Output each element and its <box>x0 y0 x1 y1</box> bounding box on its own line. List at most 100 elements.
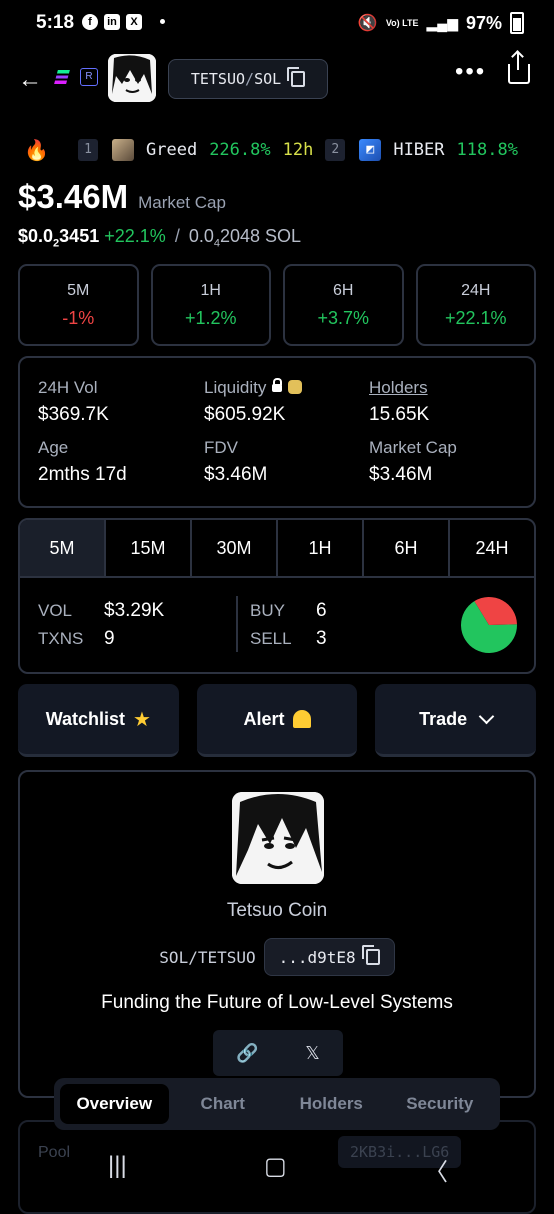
more-options-icon[interactable]: ••• <box>455 58 486 86</box>
action-buttons: Watchlist ★ Alert Trade <box>18 684 537 757</box>
system-nav-bar: ||| ▢ 〈 <box>0 1140 554 1200</box>
tab-1h[interactable]: 1H <box>276 520 362 576</box>
price-usd: $0.023451 <box>18 226 100 250</box>
txn-label: TXNS <box>38 629 84 648</box>
address-row: SOL/TETSUO ...d9tE8 <box>20 938 534 976</box>
price-usd-prefix: $0.0 <box>18 226 54 246</box>
facebook-icon: f <box>82 14 98 30</box>
raydium-icon: R <box>80 68 98 86</box>
clock: 5:18 <box>36 12 75 33</box>
social-links: 🔗 𝕏 <box>213 1030 343 1076</box>
stat-label: Age <box>38 438 69 457</box>
change-period: 5M <box>67 282 90 299</box>
holders-link[interactable]: Holders <box>369 378 429 398</box>
mute-icon: 🔇 <box>357 15 378 32</box>
recent-apps-icon[interactable]: ||| <box>108 1152 127 1180</box>
change-card-1h[interactable]: 1H +1.2% <box>150 264 271 346</box>
change-period: 1H <box>200 282 221 299</box>
copy-address-button[interactable]: ...d9tE8 <box>263 938 395 976</box>
price-separator: / <box>174 226 180 246</box>
stat-label: Liquidity <box>204 378 267 397</box>
tab-overview[interactable]: Overview <box>60 1084 169 1124</box>
star-icon: ★ <box>133 708 151 731</box>
copy-icon <box>361 945 380 965</box>
stat-age: Age 2mths 17d <box>38 438 127 486</box>
system-icons: 🔇 Vo) LTE ▂▄▆ 97% <box>358 12 524 34</box>
battery-icon <box>510 12 524 34</box>
change-value: +3.7% <box>317 308 370 328</box>
status-bar: 5:18 f in X 🔇 Vo) LTE ▂▄▆ 97% <box>0 0 554 46</box>
stat-fdv: FDV $3.46M <box>204 438 267 486</box>
token-info-card: Tetsuo Coin SOL/TETSUO ...d9tE8 Funding … <box>18 770 536 1098</box>
tab-chart[interactable]: Chart <box>169 1084 278 1124</box>
stat-value: 15.65K <box>369 404 430 425</box>
home-icon[interactable]: ▢ <box>264 1152 287 1181</box>
pair-copy-button[interactable]: TETSUO/SOL <box>168 59 328 99</box>
trend-avatar <box>112 139 134 161</box>
trend-name[interactable]: HIBER <box>393 140 444 160</box>
linkedin-icon: in <box>104 14 120 30</box>
txn-label: BUY <box>250 601 285 620</box>
tab-holders[interactable]: Holders <box>277 1084 386 1124</box>
trade-button[interactable]: Trade <box>375 684 537 757</box>
transactions-panel: 5M 15M 30M 1H 6H 24H VOL $3.29K TXNS 9 BUY… <box>18 518 536 674</box>
alert-button[interactable]: Alert <box>196 684 358 757</box>
token-name: Tetsuo Coin <box>226 900 328 921</box>
price-sol: 0.042048 SOL <box>188 226 301 250</box>
price-sol-prefix: 0.0 <box>188 226 214 246</box>
lock-icon <box>272 378 283 392</box>
share-icon[interactable] <box>508 52 530 84</box>
trend-period: 12h <box>282 140 314 160</box>
txn-value: 3 <box>316 628 327 649</box>
signal-icon: Vo) LTE <box>385 18 419 28</box>
tab-5m[interactable]: 5M <box>20 520 104 576</box>
pair-base: TETSUO <box>190 70 246 88</box>
solana-icon <box>54 70 70 84</box>
stat-label: FDV <box>204 438 238 457</box>
divider <box>236 596 238 652</box>
pair-quote: SOL <box>254 70 282 88</box>
x-icon: X <box>126 14 142 30</box>
txn-value: 9 <box>104 628 115 649</box>
stat-label: 24H Vol <box>38 378 98 397</box>
tab-security[interactable]: Security <box>386 1084 495 1124</box>
change-value: -1% <box>62 308 95 328</box>
change-card-6h[interactable]: 6H +3.7% <box>283 264 404 346</box>
website-link-icon[interactable]: 🔗 <box>236 1043 258 1064</box>
stat-value: 2mths 17d <box>38 464 127 485</box>
price-line: $0.023451 +22.1% / 0.042048 SOL <box>18 226 301 250</box>
top-header: ← R TETSUO/SOL ••• <box>0 52 554 106</box>
stat-holders[interactable]: Holders 15.65K <box>369 378 429 426</box>
watchlist-button[interactable]: Watchlist ★ <box>18 684 179 757</box>
token-address: ...d9tE8 <box>278 947 356 967</box>
flame-icon: 🔥 <box>24 138 49 162</box>
txn-label: VOL <box>38 601 73 620</box>
notification-icons: f in X <box>82 14 142 30</box>
back-nav-icon[interactable]: 〈 <box>424 1152 448 1187</box>
battery-text: 97% <box>465 12 502 33</box>
alert-label: Alert <box>243 708 285 729</box>
tab-15m[interactable]: 15M <box>104 520 190 576</box>
trend-name[interactable]: Greed <box>146 140 197 160</box>
market-cap-header: $3.46M Market Cap <box>18 178 226 216</box>
signal-bars-icon: ▂▄▆ <box>426 14 458 31</box>
x-link-icon[interactable]: 𝕏 <box>305 1043 320 1064</box>
chevron-down-icon <box>478 708 495 724</box>
copy-icon <box>287 67 306 87</box>
price-usd-digits: 3451 <box>59 226 100 246</box>
token-pair: SOL/TETSUO <box>159 947 256 967</box>
change-value: +22.1% <box>444 308 507 328</box>
trend-change: 226.8% <box>209 140 271 160</box>
bell-icon <box>292 710 311 728</box>
change-card-24h[interactable]: 24H +22.1% <box>415 264 536 346</box>
tab-6h[interactable]: 6H <box>362 520 448 576</box>
stat-value: $369.7K <box>38 404 109 425</box>
trend-rank: 1 <box>78 139 98 161</box>
back-arrow-icon[interactable]: ← <box>18 66 42 94</box>
txn-count-row: TXNS 9 <box>38 628 115 650</box>
tab-30m[interactable]: 30M <box>190 520 276 576</box>
market-cap-value: $3.46M <box>18 178 129 215</box>
market-cap-label: Market Cap <box>138 193 226 212</box>
tab-24h[interactable]: 24H <box>448 520 534 576</box>
change-card-5m[interactable]: 5M -1% <box>18 264 139 346</box>
